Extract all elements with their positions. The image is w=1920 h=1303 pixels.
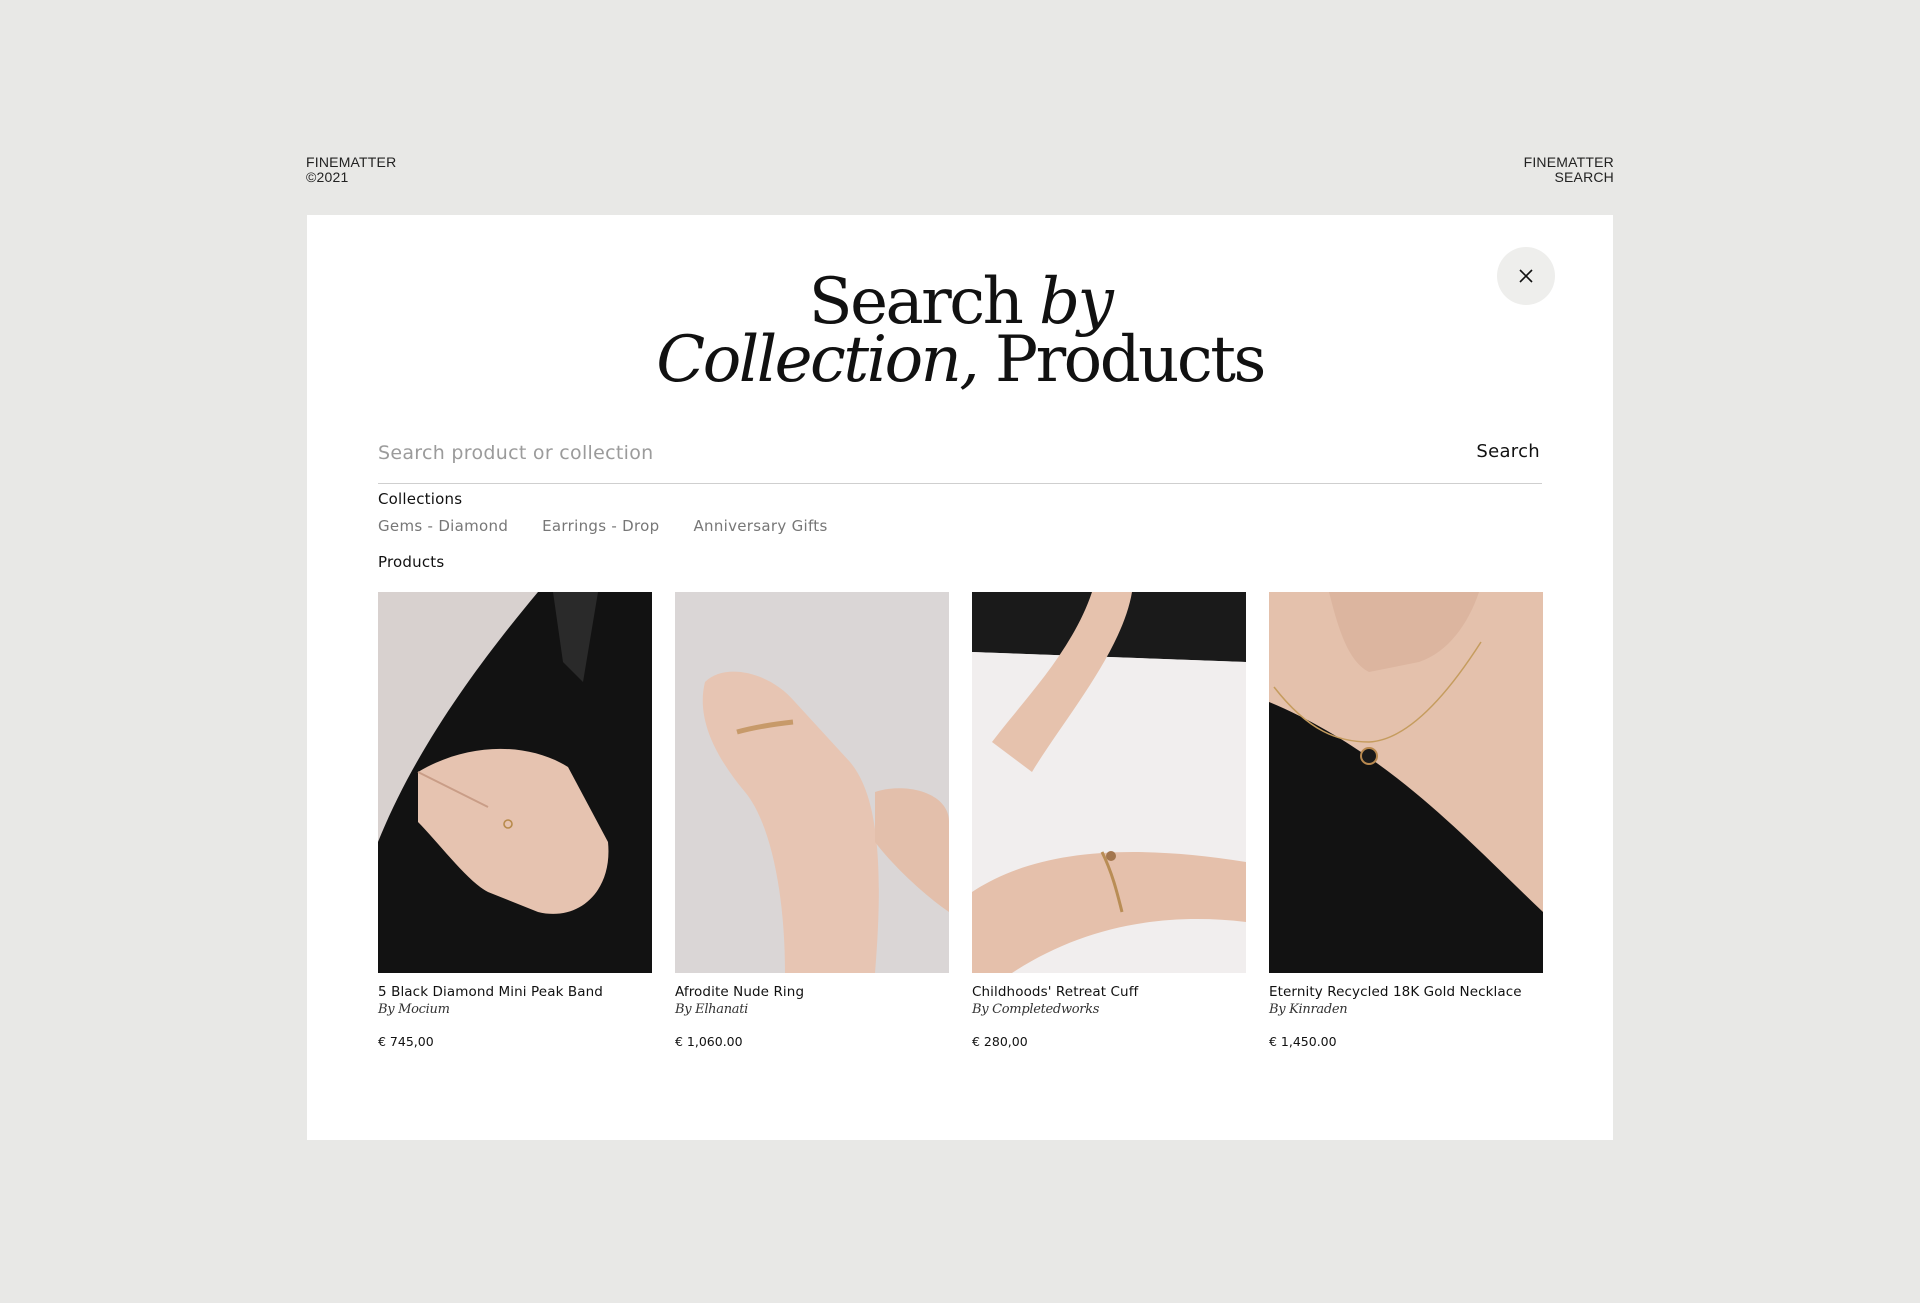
product-card[interactable]: Eternity Recycled 18K Gold Necklace By K… — [1269, 592, 1543, 1049]
product-name: 5 Black Diamond Mini Peak Band — [378, 984, 603, 1000]
collections-list: Gems - Diamond Earrings - Drop Anniversa… — [378, 517, 828, 535]
product-image[interactable] — [972, 592, 1246, 973]
products-heading: Products — [378, 553, 445, 571]
page-title: Search by Collection, Products — [307, 270, 1613, 392]
products-grid: 5 Black Diamond Mini Peak Band By Mocium… — [378, 592, 1543, 1049]
product-image[interactable] — [675, 592, 949, 973]
product-price: € 280,00 — [972, 1034, 1028, 1049]
search-bar: Search — [378, 420, 1542, 484]
product-brand: By Kinraden — [1269, 1002, 1348, 1017]
product-price: € 1,060.00 — [675, 1034, 743, 1049]
product-name: Childhoods' Retreat Cuff — [972, 984, 1139, 1000]
brand-footer-right: FINEMATTER SEARCH — [1524, 155, 1614, 185]
brand-name: FINEMATTER — [306, 154, 397, 170]
product-brand: By Mocium — [378, 1002, 450, 1017]
title-text-italic: Collection, — [656, 323, 979, 397]
search-button[interactable]: Search — [1476, 441, 1542, 462]
product-card[interactable]: Afrodite Nude Ring By Elhanati € 1,060.0… — [675, 592, 949, 1049]
section-name: SEARCH — [1554, 169, 1614, 185]
collection-link-anniversary-gifts[interactable]: Anniversary Gifts — [693, 517, 827, 535]
brand-footer-left: FINEMATTER ©2021 — [306, 155, 396, 185]
product-name: Afrodite Nude Ring — [675, 984, 805, 1000]
search-modal: Search by Collection, Products Search Co… — [307, 215, 1613, 1140]
product-brand: By Completedworks — [972, 1002, 1100, 1017]
product-price: € 745,00 — [378, 1034, 434, 1049]
product-card[interactable]: 5 Black Diamond Mini Peak Band By Mocium… — [378, 592, 652, 1049]
product-card[interactable]: Childhoods' Retreat Cuff By Completedwor… — [972, 592, 1246, 1049]
product-brand: By Elhanati — [675, 1002, 749, 1017]
collections-heading: Collections — [378, 490, 463, 508]
collection-link-earrings-drop[interactable]: Earrings - Drop — [542, 517, 659, 535]
product-price: € 1,450.00 — [1269, 1034, 1337, 1049]
title-text: Products — [977, 323, 1266, 397]
product-name: Eternity Recycled 18K Gold Necklace — [1269, 984, 1522, 1000]
brand-name: FINEMATTER — [1523, 154, 1614, 170]
search-input[interactable] — [378, 439, 1278, 464]
collection-link-gems-diamond[interactable]: Gems - Diamond — [378, 517, 508, 535]
copyright-year: ©2021 — [306, 169, 349, 185]
product-image[interactable] — [378, 592, 652, 973]
product-image[interactable] — [1269, 592, 1543, 973]
